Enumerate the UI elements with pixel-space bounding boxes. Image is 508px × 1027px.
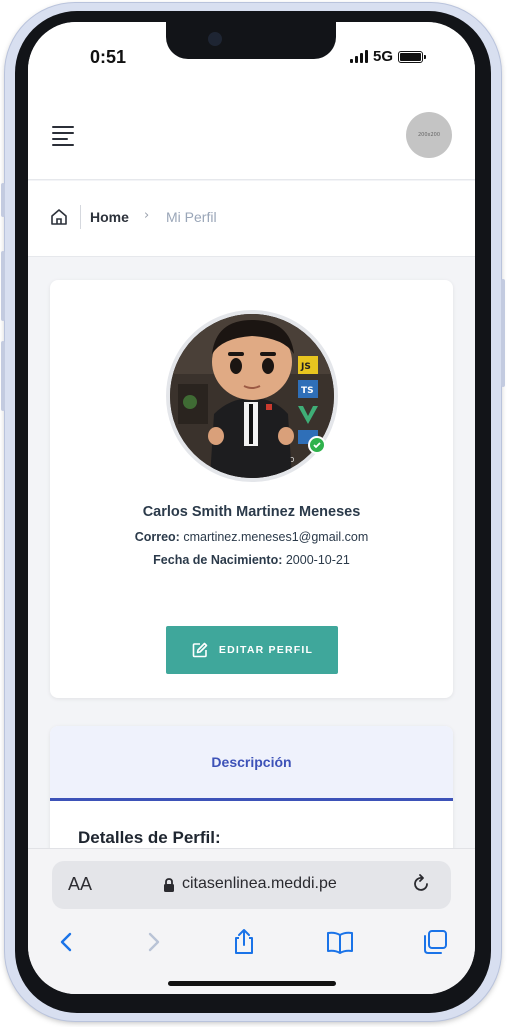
profile-photo-illustration: JS TS FRO	[170, 314, 334, 478]
status-time: 0:51	[90, 47, 127, 67]
notch	[166, 22, 336, 59]
profile-name: Carlos Smith Martinez Meneses	[142, 504, 361, 520]
tab-description[interactable]: Descripción	[50, 726, 453, 801]
birthdate-label: Fecha de Nacimiento:	[153, 553, 283, 567]
volume-down-button	[1, 341, 5, 411]
profile-photo: JS TS FRO	[166, 310, 338, 482]
home-icon[interactable]	[49, 207, 69, 227]
back-icon[interactable]	[52, 927, 82, 957]
ts-badge: TS	[301, 386, 314, 396]
home-indicator	[168, 981, 336, 986]
mute-switch	[1, 183, 5, 217]
app-header: 200x200	[28, 90, 475, 180]
profile-birthdate-row: Fecha de Nacimiento: 2000-10-21	[50, 553, 453, 567]
menu-icon[interactable]	[52, 126, 76, 146]
reload-icon[interactable]	[410, 873, 432, 895]
power-button	[501, 279, 505, 387]
text-size-button[interactable]: AA	[68, 874, 92, 895]
front-camera	[208, 32, 222, 46]
screen: 0:51 5G 200x200 Home › Mi Perfil JS TS C…	[28, 22, 475, 994]
address-bar[interactable]: AA citasenlinea.meddi.pe	[52, 861, 451, 909]
url-text: citasenlinea.meddi.pe	[182, 875, 337, 892]
browser-nav	[28, 927, 475, 967]
js-badge: JS	[300, 362, 311, 372]
browser-toolbar: AA citasenlinea.meddi.pe	[28, 848, 475, 994]
bookmarks-icon[interactable]	[325, 927, 355, 957]
text-size-label: AA	[68, 874, 93, 894]
email-value: cmartinez.meneses1@gmail.com	[183, 530, 369, 544]
forward-icon[interactable]	[138, 927, 168, 957]
volume-up-button	[1, 251, 5, 321]
tab-description-label: Descripción	[211, 754, 292, 770]
breadcrumb-current: Mi Perfil	[166, 209, 217, 225]
breadcrumb-home-link[interactable]: Home	[90, 209, 129, 225]
user-avatar[interactable]: 200x200	[406, 112, 452, 158]
verified-check-icon	[308, 436, 326, 454]
breadcrumb-divider	[80, 205, 81, 229]
signal-icon	[350, 50, 368, 63]
lock-icon	[164, 878, 174, 892]
edit-profile-button[interactable]: EDITAR PERFIL	[166, 626, 338, 674]
breadcrumb: Home › Mi Perfil	[28, 181, 475, 257]
battery-icon	[398, 50, 427, 63]
chevron-right-icon: ›	[144, 208, 150, 223]
status-indicators: 5G	[350, 48, 427, 65]
edit-profile-label: EDITAR PERFIL	[218, 644, 314, 656]
profile-email-row: Correo: cmartinez.meneses1@gmail.com	[50, 530, 453, 544]
birthdate-value: 2000-10-21	[285, 553, 350, 567]
avatar-placeholder-text: 200x200	[417, 132, 441, 138]
network-type: 5G	[373, 48, 394, 65]
profile-details-heading: Detalles de Perfil:	[78, 828, 221, 847]
edit-icon	[192, 642, 208, 658]
profile-card: JS TS FRO	[50, 280, 453, 698]
email-label: Correo:	[134, 530, 180, 544]
tabs-icon[interactable]	[420, 927, 450, 957]
share-icon[interactable]	[229, 927, 259, 957]
